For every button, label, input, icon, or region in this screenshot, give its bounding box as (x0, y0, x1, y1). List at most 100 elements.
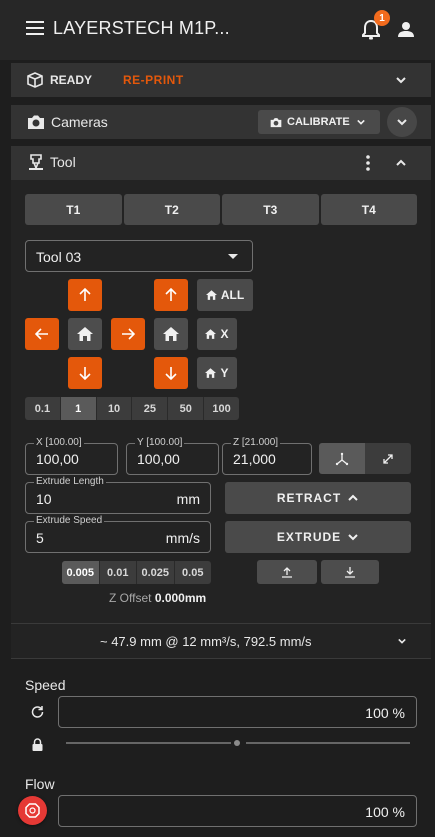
calibrate-label: CALIBRATE (287, 116, 350, 128)
chevron-down-icon (348, 534, 358, 541)
chevron-up-icon (348, 494, 358, 501)
arrow-right-icon (122, 328, 135, 340)
extrude-button[interactable]: EXTRUDE (225, 521, 411, 553)
home-all-button[interactable]: ALL (197, 279, 253, 311)
divider (11, 658, 431, 659)
home-xy-button[interactable] (68, 318, 102, 350)
menu-icon[interactable] (26, 21, 44, 35)
jog-x-minus-button[interactable] (25, 318, 59, 350)
home-x-button[interactable]: X (197, 318, 237, 350)
extrude-speed-unit: mm/s (165, 530, 200, 546)
z-position-value: 21,000 (233, 451, 276, 467)
cameras-panel[interactable]: Cameras CALIBRATE (11, 105, 431, 139)
z-offset-down-button[interactable] (321, 560, 379, 584)
z-offset-step-selector: 0.005 0.01 0.025 0.05 (62, 561, 211, 584)
z-step-option[interactable]: 0.025 (137, 561, 175, 584)
tool-select[interactable]: Tool 03 (25, 240, 253, 272)
tool-select-value: Tool 03 (36, 249, 82, 265)
z-offset-label: Z Offset (109, 591, 152, 605)
y-position-label: Y [100.00] (135, 437, 185, 448)
arrow-left-icon (35, 328, 48, 340)
speed-slider-track[interactable] (66, 740, 410, 746)
home-z-button[interactable] (154, 318, 188, 350)
flow-summary-row[interactable]: ~ 47.9 mm @ 12 mm³/s, 792.5 mm/s (11, 624, 431, 658)
extrude-speed-field[interactable]: Extrude Speed 5 mm/s (25, 515, 211, 553)
home-all-label: ALL (220, 288, 245, 302)
step-option[interactable]: 10 (97, 397, 133, 420)
speed-slider-thumb[interactable] (234, 740, 240, 746)
z-offset-up-button[interactable] (257, 560, 317, 584)
home-icon (163, 327, 179, 341)
arrow-down-icon (79, 367, 91, 380)
retract-button[interactable]: RETRACT (225, 482, 411, 514)
step-option[interactable]: 25 (132, 397, 169, 420)
tool-t2-button[interactable]: T2 (123, 194, 220, 225)
step-option[interactable]: 50 (168, 397, 205, 420)
axes-view-button[interactable] (319, 443, 365, 474)
printer-state: READY (50, 73, 93, 87)
z-step-option-active[interactable]: 0.005 (62, 561, 100, 584)
speed-value: 100 % (365, 705, 405, 721)
x-position-field[interactable]: X [100.00] 100,00 (25, 437, 118, 475)
chevron-down-icon[interactable] (395, 75, 407, 85)
download-icon (345, 567, 355, 578)
flow-input[interactable]: 100 % (58, 795, 417, 827)
jog-z-plus-button[interactable] (154, 279, 188, 311)
y-position-field[interactable]: Y [100.00] 100,00 (126, 437, 219, 475)
more-vert-icon[interactable] (366, 155, 370, 171)
step-option[interactable]: 100 (204, 397, 239, 420)
extrude-label: EXTRUDE (276, 530, 342, 544)
z-step-option[interactable]: 0.05 (175, 561, 212, 584)
home-y-button[interactable]: Y (197, 357, 237, 389)
expand-view-button[interactable] (365, 443, 411, 474)
z-offset-readout: Z Offset 0.000mm (109, 591, 206, 605)
status-panel[interactable]: READY RE-PRINT (11, 63, 431, 97)
jog-x-plus-button[interactable] (111, 318, 145, 350)
z-position-field[interactable]: Z [21.000] 21,000 (222, 437, 312, 475)
tool-panel-header[interactable]: Tool (11, 146, 431, 180)
jog-z-minus-button[interactable] (154, 357, 188, 389)
app-title: LAYERSTECH M1P... (53, 18, 230, 38)
printer-icon (27, 72, 43, 88)
extrude-length-field[interactable]: Extrude Length 10 mm (25, 476, 211, 514)
flow-label: Flow (25, 776, 55, 792)
reset-icon[interactable] (31, 705, 44, 718)
tool-tabs: T1 T2 T3 T4 (25, 194, 417, 225)
chevron-down-icon (356, 119, 365, 125)
account-icon[interactable] (398, 21, 414, 37)
x-position-value: 100,00 (36, 451, 79, 467)
jog-y-plus-button[interactable] (68, 279, 102, 311)
diagonal-arrows-icon (383, 453, 393, 464)
tool-t4-button[interactable]: T4 (320, 194, 417, 225)
home-icon (205, 290, 217, 300)
extruder-icon (28, 154, 44, 171)
retract-label: RETRACT (276, 491, 342, 505)
reprint-button[interactable]: RE-PRINT (123, 73, 184, 87)
chevron-down-icon (398, 638, 406, 644)
app-bar: LAYERSTECH M1P... 1 (0, 0, 435, 60)
jog-y-minus-button[interactable] (68, 357, 102, 389)
camera-icon (27, 114, 45, 130)
extrude-length-value: 10 (36, 491, 52, 507)
tool-t1-button[interactable]: T1 (25, 194, 122, 225)
step-option-active[interactable]: 1 (60, 397, 97, 420)
cameras-expand-button[interactable] (387, 107, 417, 137)
step-size-selector: 0.1 1 10 25 50 100 (25, 397, 239, 420)
z-step-option[interactable]: 0.01 (100, 561, 137, 584)
flow-summary-text: ~ 47.9 mm @ 12 mm³/s, 792.5 mm/s (100, 634, 312, 649)
home-x-label: X (220, 327, 229, 341)
step-option[interactable]: 0.1 (25, 397, 61, 420)
lock-icon[interactable] (32, 738, 43, 751)
arrow-down-icon (165, 367, 177, 380)
arrow-up-icon (79, 288, 91, 301)
arrow-up-icon (165, 288, 177, 301)
emergency-stop-button[interactable] (18, 796, 47, 825)
z-offset-value: 0.000mm (154, 591, 207, 605)
calibrate-button[interactable]: CALIBRATE (258, 110, 380, 134)
home-y-label: Y (220, 366, 229, 380)
speed-input[interactable]: 100 % (58, 696, 417, 728)
tool-t3-button[interactable]: T3 (222, 194, 319, 225)
chevron-up-icon[interactable] (395, 158, 407, 168)
home-icon (77, 327, 93, 341)
camera-icon (270, 117, 282, 127)
